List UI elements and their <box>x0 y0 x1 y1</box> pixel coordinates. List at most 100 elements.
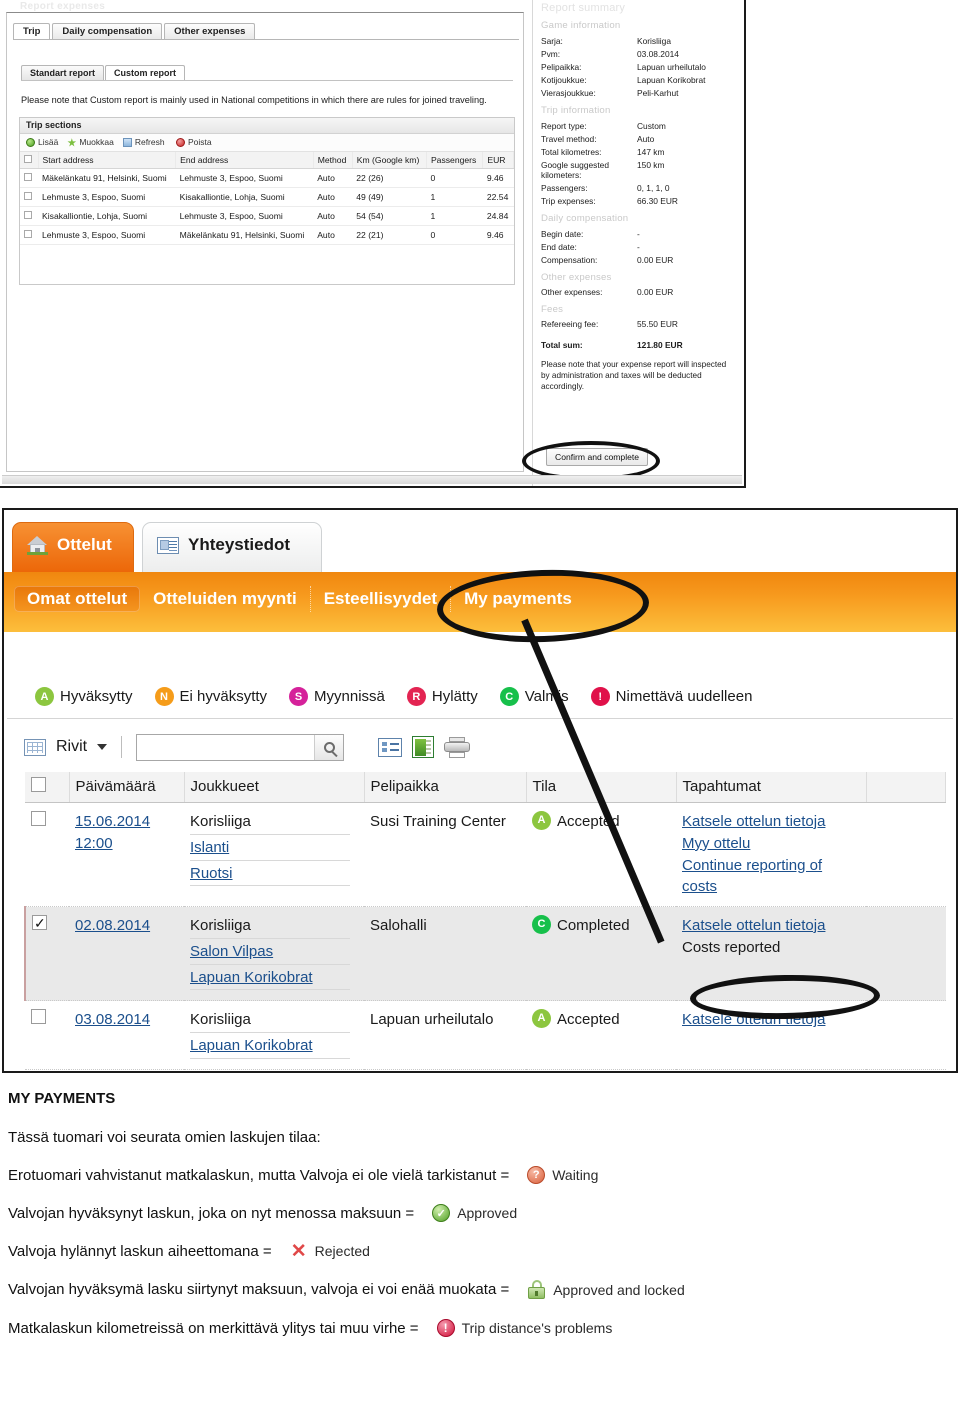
legend-item-myynnissa[interactable]: S Myynnissä <box>289 687 385 706</box>
trip-start-address: Lehmuste 3, Espoo, Suomi <box>38 187 176 207</box>
subnav-item-esteellisyydet[interactable]: Esteellisyydet <box>311 586 452 612</box>
row-date-link[interactable]: 15.06.2014 <box>75 811 178 833</box>
trip-row-checkbox-cell[interactable] <box>20 225 38 245</box>
action-view-match-details[interactable]: Katsele ottelun tietoja <box>682 915 860 937</box>
col-joukkueet[interactable]: Joukkueet <box>184 772 365 803</box>
col-pelipaikka[interactable]: Pelipaikka <box>364 772 527 803</box>
payments-select-all-header[interactable] <box>25 772 70 803</box>
legend-item-ei-hyvaksytty[interactable]: N Ei hyväksytty <box>154 687 267 706</box>
details-list-icon[interactable] <box>378 737 403 757</box>
row-extra-cell <box>866 802 946 907</box>
trip-end-address: Lehmuste 3, Espoo, Suomi <box>175 206 314 226</box>
row-teams-cell: Korisliiga Salon Vilpas Lapuan Korikobra… <box>184 906 364 1002</box>
subnav-item-omat-ottelut[interactable]: Omat ottelut <box>14 586 141 612</box>
row-team-home[interactable]: Salon Vilpas <box>190 941 350 965</box>
action-sell-match[interactable]: Myy ottelu <box>682 833 860 855</box>
row-checkbox[interactable] <box>24 211 32 219</box>
kv-value: - <box>637 241 640 252</box>
row-team-away[interactable]: Ruotsi <box>190 863 350 887</box>
row-checkbox[interactable] <box>24 230 32 238</box>
row-checkbox[interactable] <box>31 1009 46 1025</box>
trip-start-address: Kisakalliontie, Lohja, Suomi <box>38 206 176 226</box>
question-circle-icon: ? <box>527 1166 546 1184</box>
note-line-approved: Valvojan hyväksynyt laskun, joka on nyt … <box>8 1204 960 1222</box>
main-tab-yhteystiedot-label: Yhteystiedot <box>188 535 291 554</box>
tab-daily-compensation[interactable]: Daily compensation <box>52 23 163 40</box>
custom-report-note: Please note that Custom report is mainly… <box>21 95 487 105</box>
action-view-match-details[interactable]: Katsele ottelun tietoja <box>682 811 860 833</box>
edit-trip-button[interactable]: Muokkaa <box>67 134 114 151</box>
action-continue-reporting-costs[interactable]: Continue reporting of costs <box>682 855 860 899</box>
search-button[interactable] <box>314 734 344 760</box>
select-all-checkbox[interactable] <box>31 777 46 792</box>
col-paivamaara[interactable]: Päivämäärä <box>69 772 185 803</box>
row-date-link[interactable]: 03.08.2014 <box>75 1009 178 1031</box>
print-icon[interactable] <box>444 736 471 758</box>
row-time-link[interactable]: 12:00 <box>75 833 178 855</box>
badge-label: Trip distance's problems <box>461 1320 613 1336</box>
trip-select-all-header[interactable] <box>20 152 39 169</box>
row-team-home[interactable]: Lapuan Korikobrat <box>190 1035 350 1059</box>
trip-col-passengers[interactable]: Passengers <box>426 152 484 169</box>
kv-key: Google suggested kilometers: <box>541 160 609 181</box>
trip-col-eur[interactable]: EUR <box>482 152 514 169</box>
table-row[interactable]: Kisakalliontie, Lohja, Suomi Lehmuste 3,… <box>20 206 514 226</box>
tab-trip[interactable]: Trip <box>13 23 51 40</box>
trip-col-start[interactable]: Start address <box>38 152 177 169</box>
table-row[interactable]: 15.06.2014 12:00 Korisliiga Islanti Ruot… <box>25 802 946 907</box>
trip-col-end[interactable]: End address <box>175 152 314 169</box>
rows-dropdown-label[interactable]: Rivit <box>56 738 87 756</box>
total-sum-row: Total sum: 121.80 EUR <box>533 331 744 352</box>
row-checkbox[interactable] <box>32 913 47 933</box>
trip-row-checkbox-cell[interactable] <box>20 206 38 226</box>
trip-row-checkbox-cell[interactable] <box>20 168 38 188</box>
daily-compensation-heading: Daily compensation <box>541 213 629 225</box>
table-row[interactable]: Mäkelänkatu 91, Helsinki, Suomi Lehmuste… <box>20 168 514 188</box>
row-checkbox-cell[interactable] <box>25 1000 69 1070</box>
edit-star-icon <box>67 138 77 147</box>
legend-item-hyvaksytty[interactable]: A Hyväksytty <box>35 687 133 706</box>
horizontal-scrollbar[interactable] <box>2 475 742 484</box>
row-checkbox[interactable] <box>31 811 46 826</box>
row-checkbox-cell[interactable] <box>25 802 69 907</box>
table-row[interactable]: Lehmuste 3, Espoo, Suomi Mäkelänkatu 91,… <box>20 225 514 245</box>
select-all-checkbox[interactable] <box>24 155 32 163</box>
status-r-icon: R <box>406 687 426 706</box>
search-box[interactable] <box>136 733 345 761</box>
col-tapahtumat[interactable]: Tapahtumat <box>676 772 867 803</box>
row-team-away[interactable]: Lapuan Korikobrat <box>190 967 350 991</box>
note-text: Erotuomari vahvistanut matkalaskun, mutt… <box>8 1166 510 1184</box>
row-checkbox-cell[interactable] <box>25 906 69 1002</box>
row-checkbox[interactable] <box>24 173 32 181</box>
subtab-custom-report[interactable]: Custom report <box>105 65 186 81</box>
subnav-item-otteluiden-myynti[interactable]: Otteluiden myynti <box>140 586 311 612</box>
subtab-standart-report[interactable]: Standart report <box>21 65 105 81</box>
legend-label: Myynnissä <box>314 688 385 705</box>
chevron-down-icon[interactable] <box>97 744 108 750</box>
legend-item-nimettava-uudelleen[interactable]: ! Nimettävä uudelleen <box>590 687 752 706</box>
row-checkbox[interactable] <box>24 192 32 200</box>
table-row[interactable]: Lehmuste 3, Espoo, Suomi Kisakalliontie,… <box>20 187 514 207</box>
trip-row-checkbox-cell[interactable] <box>20 187 38 207</box>
legend-item-hylatty[interactable]: R Hylätty <box>406 687 478 706</box>
trip-sections-toolbar: Lisää Muokkaa Refresh Poista <box>20 134 514 152</box>
summary-row: Trip expenses: 66.30 EUR <box>533 195 744 208</box>
payments-header-row: Päivämäärä Joukkueet Pelipaikka Tila Tap… <box>25 772 946 803</box>
trip-col-km[interactable]: Km (Google km) <box>352 152 427 169</box>
row-team-home[interactable]: Islanti <box>190 837 350 861</box>
main-tab-yhteystiedot[interactable]: Yhteystiedot <box>142 522 322 574</box>
excel-export-icon[interactable] <box>412 736 435 758</box>
refresh-trip-button[interactable]: Refresh <box>122 134 165 151</box>
note-line-trip-problems: Matkalaskun kilometreissä on merkittävä … <box>8 1319 960 1337</box>
notes-intro: Tässä tuomari voi seurata omien laskujen… <box>8 1129 960 1146</box>
search-input[interactable] <box>139 735 315 759</box>
main-tab-ottelut[interactable]: Ottelut <box>12 522 134 574</box>
kv-value: Korisliiga <box>637 35 671 46</box>
add-trip-label: Lisää <box>38 137 59 148</box>
delete-trip-button[interactable]: Poista <box>175 134 212 151</box>
summary-row: Google suggested kilometers: 150 km <box>533 159 744 182</box>
trip-col-method[interactable]: Method <box>313 152 353 169</box>
add-trip-button[interactable]: Lisää <box>26 134 58 151</box>
tab-other-expenses[interactable]: Other expenses <box>164 23 256 40</box>
row-date-link[interactable]: 02.08.2014 <box>75 915 178 937</box>
